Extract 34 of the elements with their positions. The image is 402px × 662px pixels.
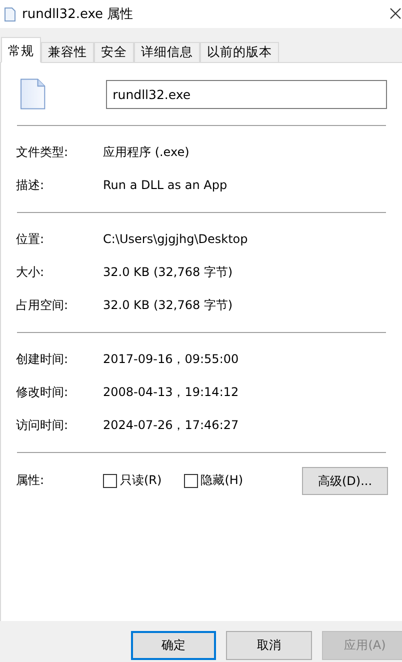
property-label: 修改时间:: [16, 384, 70, 400]
property-value: 32.0 KB (32,768 字节): [103, 264, 233, 280]
property-value: Run a DLL as an App: [103, 178, 228, 192]
property-value: 应用程序 (.exe): [103, 144, 190, 160]
file-icon: [4, 6, 16, 22]
property-label: 大小:: [16, 264, 46, 280]
checkbox[interactable]: [184, 474, 198, 488]
property-value: 2024-07-26，17:46:27: [103, 416, 239, 434]
property-label: 文件类型:: [16, 144, 70, 160]
property-label: 位置:: [16, 230, 46, 248]
tab[interactable]: 以前的版本: [200, 42, 279, 63]
checkbox-label: 隐藏(H): [200, 472, 244, 489]
property-value: 2008-04-13，19:14:12: [103, 384, 239, 400]
property-value: 32.0 KB (32,768 字节): [103, 296, 233, 314]
property-label: 占用空间:: [16, 296, 70, 314]
file-name-field[interactable]: rundll32.exe: [106, 80, 387, 108]
property-label: 访问时间:: [16, 416, 70, 434]
property-value: C:\Users\gjgjhg\Desktop: [103, 232, 248, 246]
property-label: 属性:: [16, 472, 46, 489]
property-label: 创建时间:: [16, 350, 70, 368]
dialog-button[interactable]: 取消: [226, 631, 312, 660]
tab[interactable]: 安全: [94, 42, 134, 63]
dialog-button[interactable]: 确定: [131, 631, 216, 660]
file-icon: [20, 78, 46, 110]
checkbox[interactable]: [103, 474, 117, 488]
property-label: 描述:: [16, 176, 46, 194]
close-icon[interactable]: [390, 8, 401, 19]
tab[interactable]: 常规: [1, 37, 41, 63]
tab[interactable]: 详细信息: [134, 42, 200, 63]
advanced-button[interactable]: 高级(D)...: [302, 467, 388, 495]
property-value: 2017-09-16，09:55:00: [103, 350, 239, 368]
window-title: rundll32.exe 属性: [22, 6, 134, 23]
tab[interactable]: 兼容性: [41, 42, 94, 63]
checkbox-label: 只读(R): [120, 472, 162, 489]
